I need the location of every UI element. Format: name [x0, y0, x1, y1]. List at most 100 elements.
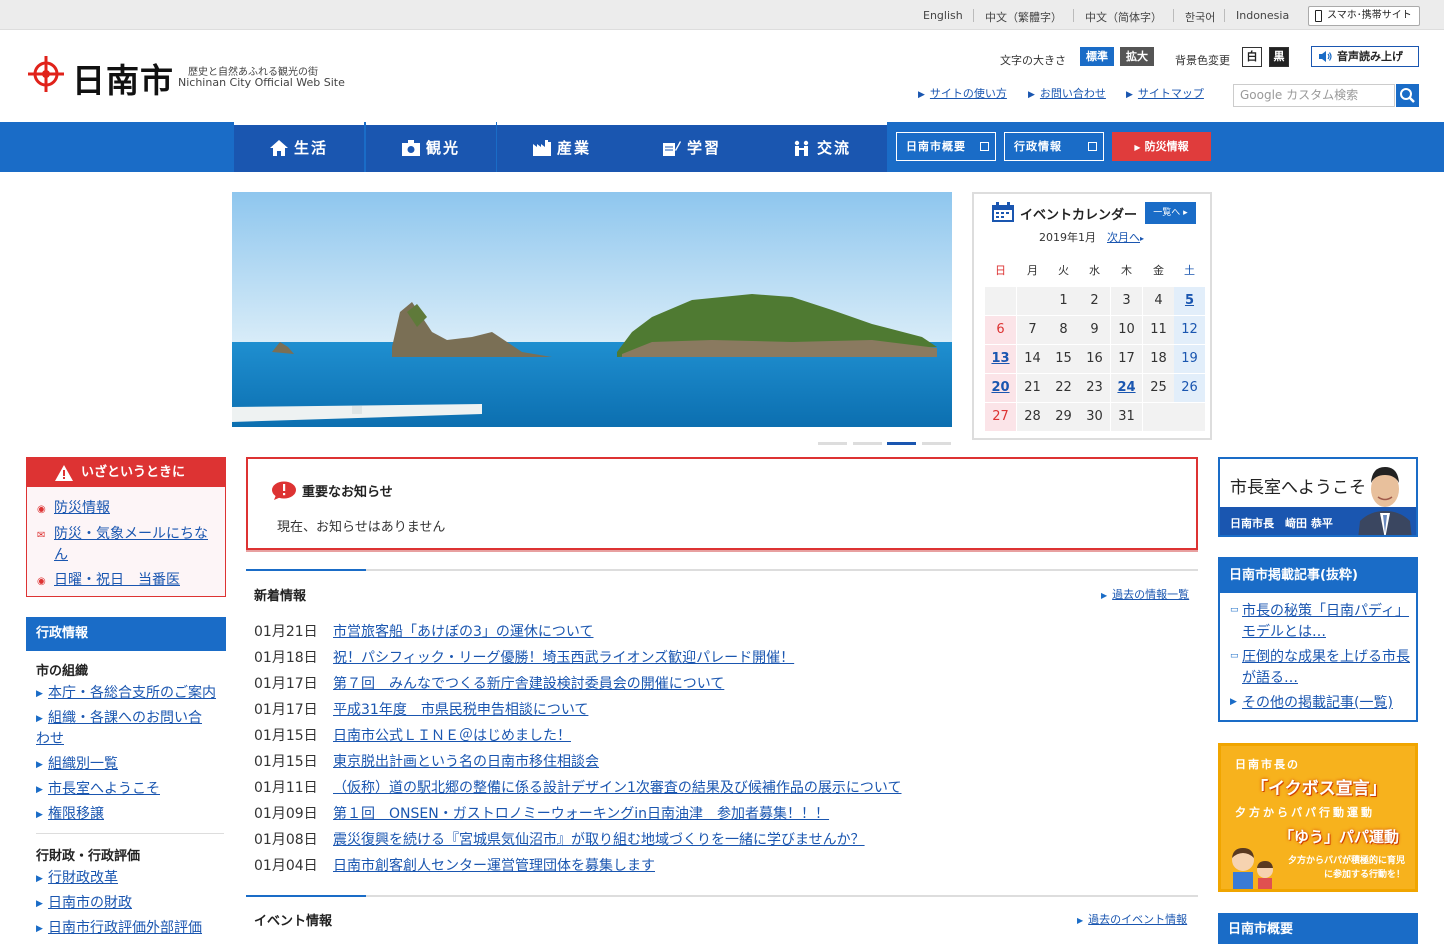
- site-logo-text[interactable]: 日南市: [72, 54, 174, 102]
- contact-link[interactable]: ▶ お問い合わせ: [1028, 85, 1106, 101]
- speaker-icon: [1319, 51, 1332, 62]
- search-button[interactable]: [1396, 84, 1419, 107]
- news-item-link[interactable]: 日南市創客創人センター運営管理団体を募集します: [333, 855, 655, 875]
- calendar-weekday: 水: [1089, 264, 1100, 277]
- nav-tourism[interactable]: 観光: [366, 122, 496, 172]
- mayor-photo: [1358, 467, 1412, 535]
- nav-exchange[interactable]: 交流: [757, 122, 887, 172]
- mobile-site-button[interactable]: スマホ･携帯サイト: [1308, 6, 1420, 26]
- calendar-day: 7: [1017, 316, 1048, 344]
- site-usage-link[interactable]: ▶ サイトの使い方: [918, 85, 1007, 101]
- calendar-event-day[interactable]: 13: [985, 345, 1016, 373]
- calendar-next-month[interactable]: 次月へ▸: [1107, 229, 1144, 245]
- contact-text[interactable]: お問い合わせ: [1040, 87, 1106, 100]
- calendar-event-day[interactable]: 20: [985, 374, 1016, 402]
- calendar-day: 21: [1017, 374, 1048, 402]
- lang-simplified-chinese[interactable]: 中文（简体字）: [1085, 9, 1162, 25]
- news-item-link[interactable]: 日南市公式ＬＩＮＥ＠はじめました！: [333, 725, 571, 745]
- calendar-day: 12: [1174, 316, 1205, 344]
- calendar-day: 11: [1143, 316, 1174, 344]
- calendar-day: 19: [1174, 345, 1205, 373]
- lang-traditional-chinese[interactable]: 中文（繁體字）: [985, 9, 1062, 25]
- emergency-link-disaster[interactable]: 防災情報: [54, 498, 220, 519]
- emergency-header: いざというときに: [27, 458, 225, 487]
- site-usage-text[interactable]: サイトの使い方: [930, 87, 1007, 100]
- hero-slideshow-image[interactable]: [232, 192, 952, 427]
- city-emblem-icon[interactable]: [28, 56, 64, 92]
- emergency-link-doctor[interactable]: 日曜・祝日 当番医: [54, 570, 220, 591]
- news-item-link[interactable]: 東京脱出計画という名の日南市移住相談会: [333, 751, 599, 771]
- font-size-normal-button[interactable]: 標準: [1080, 47, 1114, 66]
- search-input[interactable]: Google カスタム検索: [1233, 84, 1395, 107]
- calendar-day: 23: [1079, 374, 1110, 402]
- emergency-link-mail[interactable]: 防災・気象メールにちなん: [54, 524, 220, 566]
- calendar-day: 16: [1079, 345, 1110, 373]
- news-title: 新着情報: [254, 589, 307, 604]
- article-link-results[interactable]: 圧倒的な成果を上げる市長が語る…: [1242, 647, 1412, 689]
- calendar-month: 2019年1月: [1039, 231, 1096, 244]
- lang-separator: [1224, 9, 1225, 22]
- lang-english[interactable]: English: [923, 9, 963, 22]
- bg-black-button[interactable]: 黒: [1269, 47, 1289, 67]
- calendar-day: 26: [1174, 374, 1205, 402]
- admin-link-finance[interactable]: 日南市の財政: [48, 893, 224, 914]
- admin-link-mayor[interactable]: 市長室へようこそ: [48, 779, 224, 800]
- mail-icon: ✉: [37, 530, 46, 541]
- sitemap-text[interactable]: サイトマップ: [1138, 87, 1204, 100]
- site-tagline-english: Nichinan City Official Web Site: [178, 76, 345, 89]
- nav-city-overview-button[interactable]: 日南市概要: [896, 132, 996, 161]
- divider: [36, 833, 224, 834]
- events-more-text[interactable]: 過去のイベント情報: [1088, 913, 1187, 926]
- global-nav: 生活 観光 産業 学習 交流 日南市概要 行政情報 ▶ 防災情報: [0, 122, 1444, 172]
- admin-link-offices[interactable]: 本庁・各総合支所のご案内: [48, 683, 224, 704]
- calendar-weekday: 火: [1058, 264, 1069, 277]
- arrow-right-icon: ▶: [36, 785, 43, 795]
- sitemap-link[interactable]: ▶ サイトマップ: [1126, 85, 1204, 101]
- arrow-right-icon: ▶: [36, 924, 43, 934]
- nav-admin-info-button[interactable]: 行政情報: [1004, 132, 1104, 161]
- admin-link-contacts[interactable]: 組織・各課へのお問い合わせ: [36, 708, 212, 750]
- read-aloud-button[interactable]: 音声読み上げ: [1311, 46, 1419, 67]
- calendar-event-day[interactable]: 24: [1111, 374, 1142, 402]
- admin-link-org-list[interactable]: 組織別一覧: [48, 754, 224, 775]
- article-link-all[interactable]: その他の掲載記事(一覧): [1242, 693, 1412, 714]
- nav-industry[interactable]: 産業: [497, 122, 627, 172]
- slide-indicator[interactable]: [818, 442, 847, 445]
- news-item-link[interactable]: 震災復興を続ける『宮城県気仙沼市』が取り組む地域づくりを一緒に学びませんか？: [333, 829, 865, 849]
- lang-indonesian[interactable]: Indonesia: [1236, 9, 1289, 22]
- news-item-link[interactable]: 平成31年度 市県民税申告相談について: [333, 699, 588, 719]
- calendar-event-day[interactable]: 5: [1174, 287, 1205, 315]
- nav-life[interactable]: 生活: [234, 122, 364, 172]
- mayor-banner[interactable]: 市長室へようこそ 日南市長 﨑田 恭平: [1218, 457, 1418, 537]
- arrow-right-icon: ▶: [1101, 591, 1108, 600]
- calendar-list-button[interactable]: 一覧へ ▸: [1145, 202, 1196, 224]
- slide-indicator[interactable]: [922, 442, 951, 445]
- calendar-weekday: 日: [995, 264, 1006, 277]
- arrow-right-icon: ▶: [918, 90, 925, 100]
- lang-korean[interactable]: 한국어: [1185, 9, 1215, 25]
- next-month-link[interactable]: 次月へ: [1107, 231, 1140, 244]
- admin-link-evaluation[interactable]: 日南市行政評価外部評価: [48, 918, 224, 939]
- admin-link-reform[interactable]: 行財政改革: [48, 868, 224, 889]
- news-item-link[interactable]: 祝！パシフィック・リーグ優勝！埼玉西武ライオンズ歓迎パレード開催！: [333, 647, 794, 667]
- bg-white-button[interactable]: 白: [1242, 47, 1262, 67]
- news-item-link[interactable]: 第１回 ONSEN・ガストロノミーウォーキングin日南油津 参加者募集！！！: [333, 803, 829, 823]
- arrow-right-icon: ▶: [1230, 697, 1237, 707]
- slide-indicator[interactable]: [853, 442, 882, 445]
- ikuboss-banner[interactable]: 日南市長の 「イクボス宣言」 夕方からパパ行動運動 「ゆう」パパ運動 夕方からパ…: [1218, 743, 1418, 892]
- lang-separator: [973, 9, 974, 22]
- events-more-link[interactable]: ▶ 過去のイベント情報: [1077, 911, 1187, 927]
- news-more-text[interactable]: 過去の情報一覧: [1112, 588, 1189, 601]
- news-item-link[interactable]: 市営旅客船「あけぼの3」の運休について: [333, 621, 594, 641]
- admin-link-delegation[interactable]: 権限移譲: [48, 804, 224, 825]
- warning-icon: [55, 465, 73, 481]
- slide-indicator-active[interactable]: [887, 442, 916, 445]
- article-link-paddy[interactable]: 市長の秘策「日南パディ」モデルとは…: [1242, 601, 1412, 643]
- nav-learning[interactable]: 学習: [627, 122, 757, 172]
- font-size-large-button[interactable]: 拡大: [1120, 47, 1154, 66]
- news-more-link[interactable]: ▶ 過去の情報一覧: [1101, 586, 1189, 602]
- arrow-right-icon: ▶: [36, 810, 43, 820]
- news-item-link[interactable]: （仮称）道の駅北郷の整備に係る設計デザイン1次審査の結果及び候補作品の展示につい…: [333, 777, 902, 797]
- news-item-link[interactable]: 第７回 みんなでつくる新庁舎建設検討委員会の開催について: [333, 673, 724, 693]
- nav-disaster-button[interactable]: ▶ 防災情報: [1112, 132, 1211, 161]
